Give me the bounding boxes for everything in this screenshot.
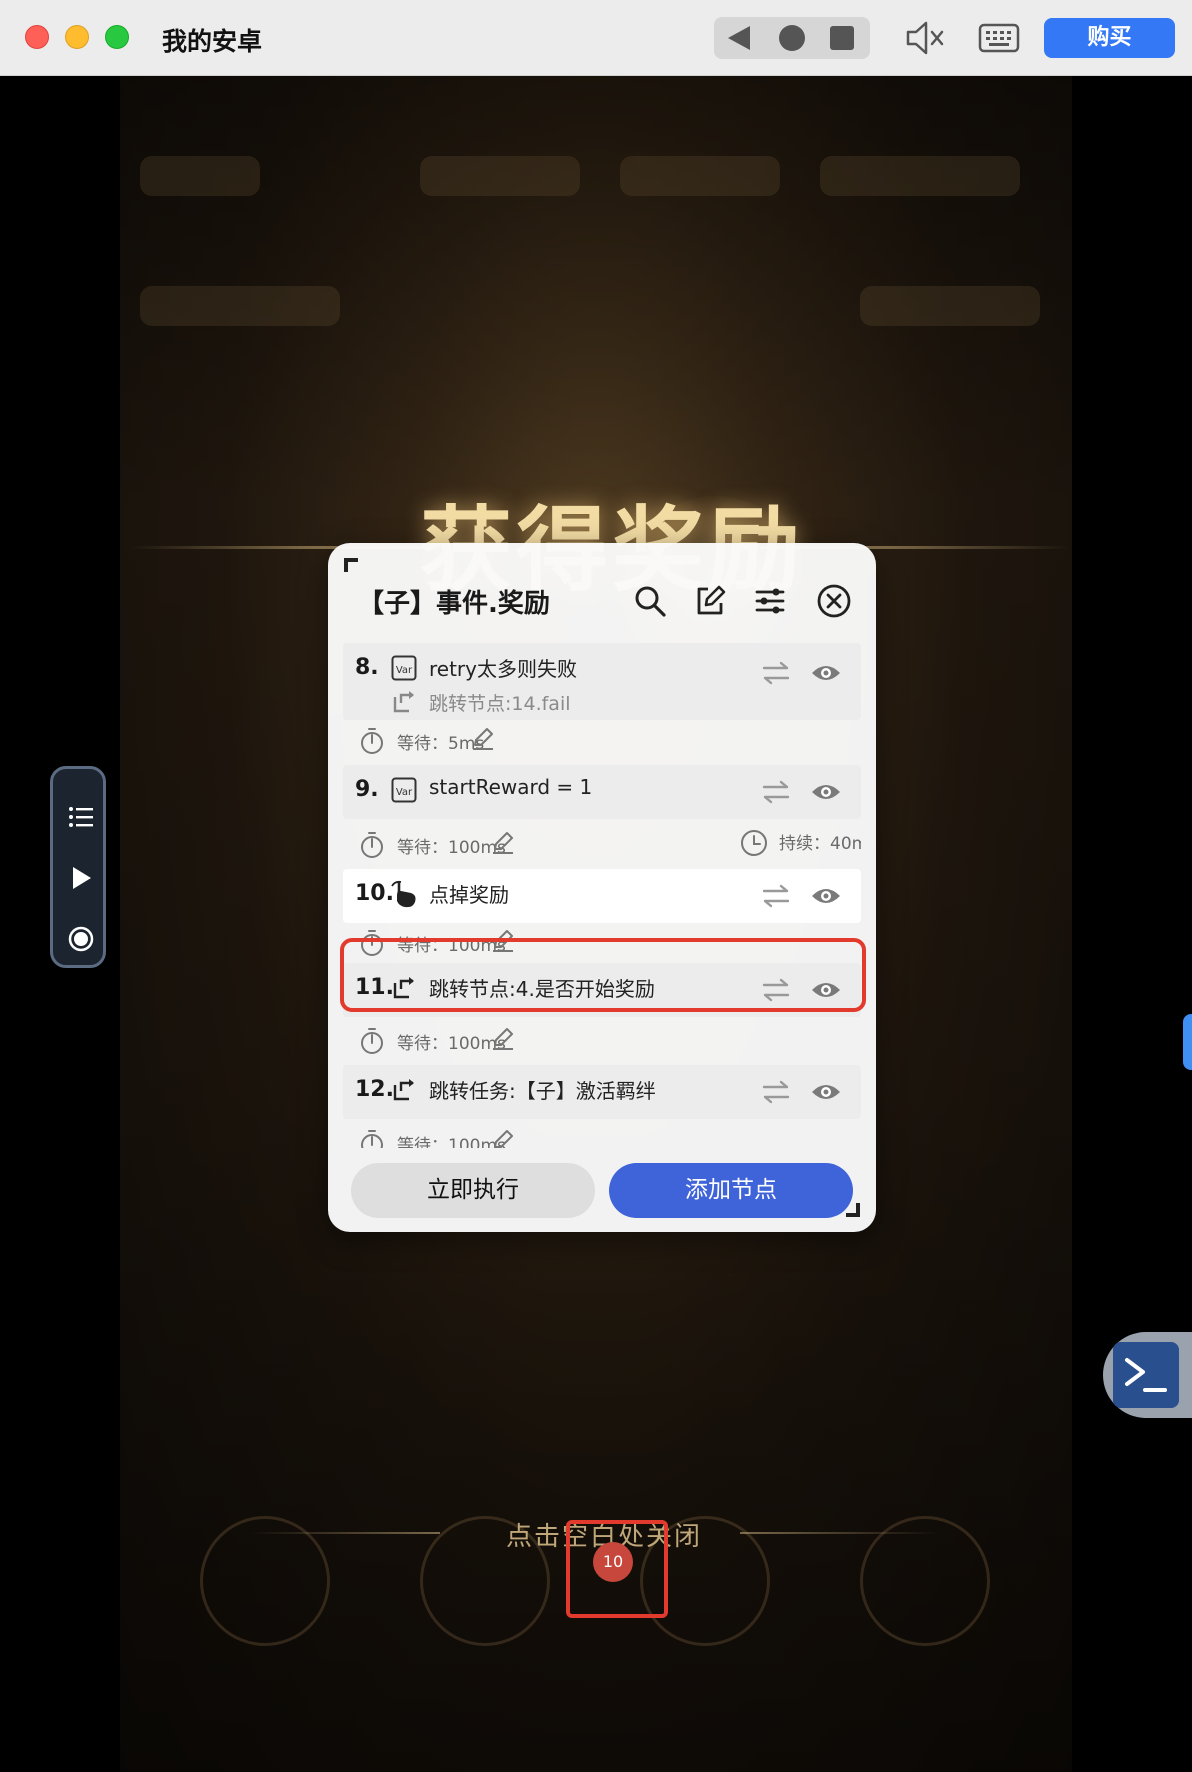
node-label: retry太多则失败 (429, 657, 577, 681)
settings-sliders-icon[interactable] (752, 583, 788, 619)
list-item[interactable]: 8. Var retry太多则失败 跳转节点:14.fail (343, 643, 861, 720)
hud-item (140, 286, 340, 326)
tap-icon (391, 880, 416, 908)
node-list[interactable]: 8. Var retry太多则失败 跳转节点:14.fail 等待：5ms 9.… (343, 643, 861, 1148)
eye-icon[interactable] (810, 978, 842, 1002)
side-drawer-tab[interactable] (1183, 1014, 1192, 1070)
recents-icon[interactable] (830, 26, 854, 50)
wait-row: 等待：5ms (343, 720, 861, 760)
list-item[interactable]: 12. 跳转任务:【子】激活羁绊 (343, 1065, 861, 1119)
list-icon[interactable] (67, 803, 95, 831)
jump-icon (393, 691, 414, 713)
jump-icon (393, 977, 414, 999)
list-item[interactable]: 9. Var startReward = 1 (343, 765, 861, 819)
task-dialog: 【子】事件.奖励 8. Var retry太多则失败 跳转节点:14.fail … (328, 543, 876, 1232)
node-number: 8. (355, 655, 379, 680)
eye-icon[interactable] (810, 661, 842, 685)
timer-icon (361, 832, 383, 858)
hud-item (620, 156, 780, 196)
variable-icon: Var (391, 777, 417, 803)
swap-icon[interactable] (761, 884, 791, 908)
clock-icon (741, 830, 767, 856)
wait-text: 等待：100ms (397, 1136, 506, 1148)
home-icon[interactable] (779, 25, 805, 51)
terminal-button[interactable] (1103, 1332, 1192, 1418)
resize-corner-top-left[interactable] (344, 558, 358, 572)
eye-icon[interactable] (810, 780, 842, 804)
add-node-button[interactable]: 添加节点 (609, 1163, 853, 1218)
pencil-icon[interactable] (491, 831, 515, 855)
search-icon[interactable] (632, 583, 668, 619)
window-title: 我的安卓 (162, 27, 263, 56)
run-now-button[interactable]: 立即执行 (351, 1163, 595, 1218)
mute-icon[interactable] (902, 18, 946, 58)
timer-icon (361, 1130, 383, 1148)
close-icon[interactable] (816, 583, 852, 619)
buy-button[interactable]: 购买 (1044, 18, 1175, 58)
node-label: 点掉奖励 (429, 883, 509, 907)
node-label: 跳转任务:【子】激活羁绊 (429, 1079, 656, 1103)
list-item[interactable]: 10. 点掉奖励 (343, 869, 861, 923)
hud-item (820, 156, 1020, 196)
android-nav-group (714, 17, 870, 59)
node-number: 9. (355, 777, 379, 802)
node-label: startReward = 1 (429, 775, 593, 799)
reward-slot (860, 1516, 990, 1646)
hint-decoration (250, 1532, 440, 1534)
minimize-window-button[interactable] (65, 25, 89, 49)
terminal-icon (1113, 1342, 1179, 1408)
swap-icon[interactable] (761, 780, 791, 804)
svg-text:Var: Var (396, 665, 413, 676)
edit-icon[interactable] (692, 583, 728, 619)
node-sub-label: 跳转节点:14.fail (429, 693, 571, 715)
window-titlebar: 我的安卓 购买 (0, 0, 1192, 76)
timer-icon (361, 1028, 383, 1054)
list-item[interactable]: 11. 跳转节点:4.是否开始奖励 (343, 963, 861, 1017)
wait-row: 等待：100ms (343, 1017, 861, 1065)
node-label: 跳转节点:4.是否开始奖励 (429, 977, 655, 1001)
record-icon[interactable] (67, 925, 95, 953)
hud-item (420, 156, 580, 196)
play-icon[interactable] (67, 864, 95, 892)
timer-icon (361, 728, 383, 754)
swap-icon[interactable] (761, 978, 791, 1002)
eye-icon[interactable] (810, 884, 842, 908)
tap-marker-badge: 10 (593, 1542, 633, 1582)
svg-text:Var: Var (396, 787, 413, 798)
pencil-icon[interactable] (491, 1129, 515, 1148)
node-number: 12. (355, 1077, 394, 1102)
variable-icon: Var (391, 655, 417, 681)
game-hud (120, 136, 1072, 356)
dialog-title: 【子】事件.奖励 (358, 589, 550, 619)
duration-text: 持续：40ms (779, 834, 861, 854)
pencil-icon[interactable] (491, 1027, 515, 1051)
wait-text: 等待：100ms (397, 838, 506, 858)
pencil-icon[interactable] (491, 929, 515, 953)
wait-text: 等待：100ms (397, 936, 506, 956)
close-window-button[interactable] (25, 25, 49, 49)
floating-toolbar (50, 766, 106, 968)
eye-icon[interactable] (810, 1080, 842, 1104)
hud-item (140, 156, 260, 196)
resize-corner-bottom-right[interactable] (846, 1203, 860, 1217)
zoom-window-button[interactable] (105, 25, 129, 49)
swap-icon[interactable] (761, 1080, 791, 1104)
node-number: 11. (355, 975, 394, 1000)
swap-icon[interactable] (761, 661, 791, 685)
keyboard-icon[interactable] (978, 22, 1020, 54)
wait-row: 等待：100ms 持续：40ms (343, 819, 861, 867)
pencil-icon[interactable] (471, 727, 495, 751)
jump-icon (393, 1079, 414, 1101)
hint-decoration (740, 1532, 940, 1534)
wait-text: 等待：100ms (397, 1034, 506, 1054)
hud-item (860, 286, 1040, 326)
timer-icon (361, 930, 383, 956)
back-icon[interactable] (728, 26, 750, 50)
wait-row: 等待：100ms (343, 1119, 861, 1148)
reward-slot (200, 1516, 330, 1646)
wait-row: 等待：100ms (343, 923, 861, 963)
